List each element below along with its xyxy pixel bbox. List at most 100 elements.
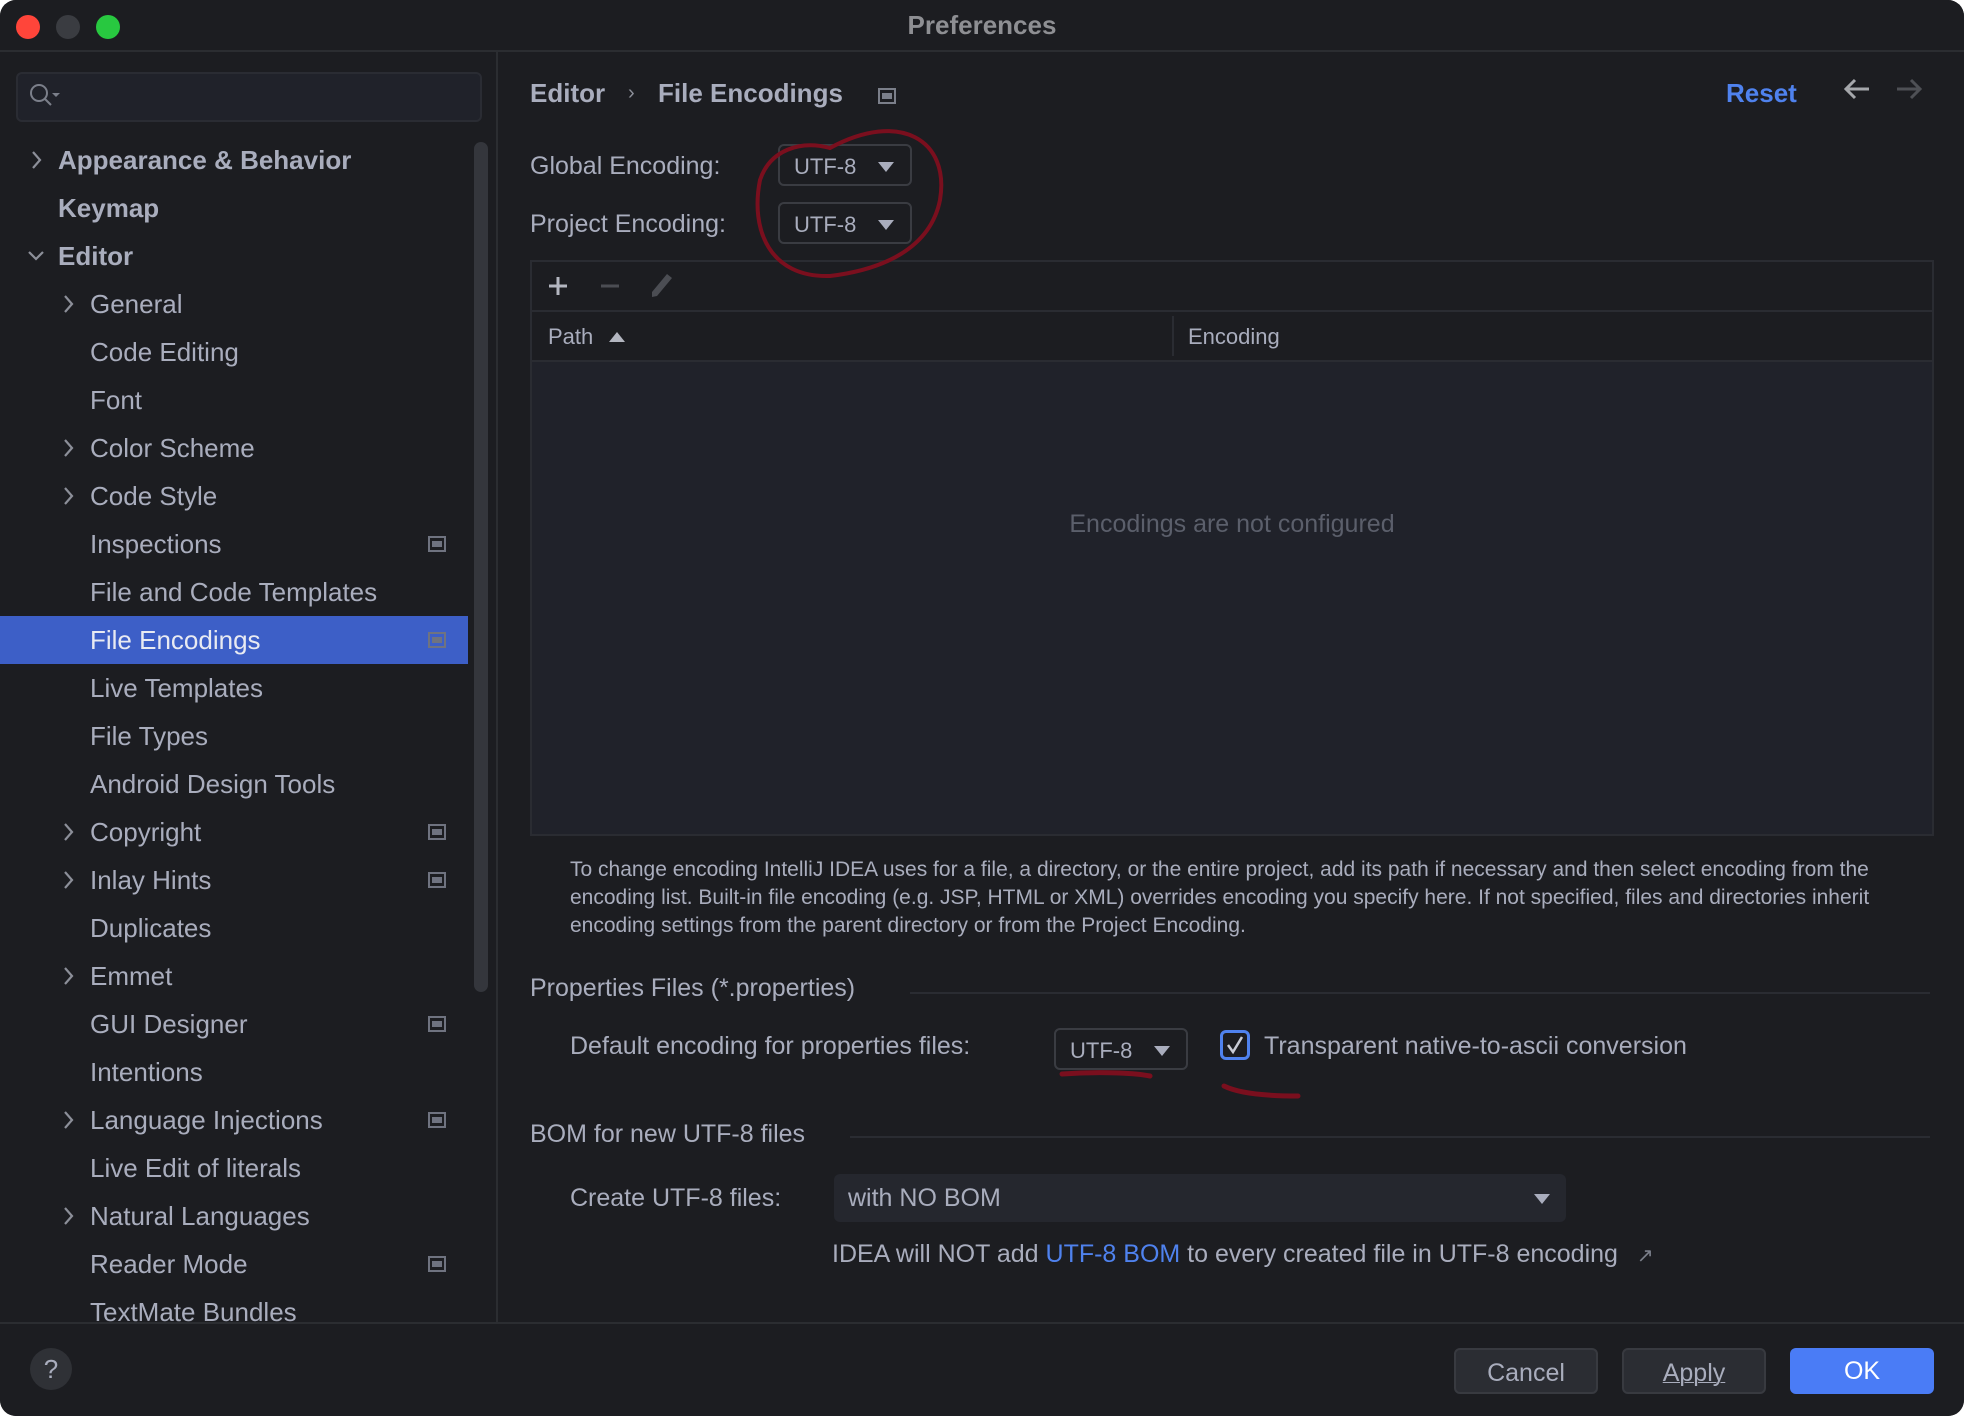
table-toolbar: [532, 262, 1932, 312]
window-title: Preferences: [907, 10, 1057, 40]
sidebar-item-label: Language Injections: [90, 1105, 323, 1135]
sidebar-item-code-style[interactable]: Code Style: [0, 472, 468, 520]
forward-button[interactable]: [1894, 74, 1924, 112]
encoding-help-text: To change encoding IntelliJ IDEA uses fo…: [570, 858, 1870, 937]
chevron-down-icon: [878, 220, 894, 230]
sidebar-item-emmet[interactable]: Emmet: [0, 952, 468, 1000]
sidebar-item-live-templates[interactable]: Live Templates: [0, 664, 468, 712]
sidebar-item-label: Live Templates: [90, 673, 263, 703]
sidebar-item-file-types[interactable]: File Types: [0, 712, 468, 760]
apply-button[interactable]: Apply: [1622, 1348, 1766, 1394]
sidebar-item-keymap[interactable]: Keymap: [0, 184, 468, 232]
column-header-encoding[interactable]: Encoding: [1188, 324, 1280, 350]
transparent-conversion-label[interactable]: Transparent native-to-ascii conversion: [1264, 1032, 1687, 1061]
project-scope-icon: [428, 824, 446, 840]
bom-note-prefix: IDEA will NOT add: [832, 1240, 1046, 1268]
section-divider: [850, 1136, 1930, 1138]
global-encoding-select[interactable]: UTF-8: [778, 144, 912, 186]
ok-button[interactable]: OK: [1790, 1348, 1934, 1394]
sidebar-item-label: Appearance & Behavior: [58, 145, 352, 175]
sidebar-item-label: Live Edit of literals: [90, 1153, 301, 1183]
empty-table-message: Encodings are not configured: [1069, 510, 1395, 538]
breadcrumb-editor[interactable]: Editor: [530, 78, 605, 109]
utf8-bom-link[interactable]: UTF-8 BOM: [1046, 1240, 1181, 1268]
sidebar-item-label: Intentions: [90, 1057, 203, 1087]
path-encodings-table: Path Encoding Encodings are not configur…: [530, 260, 1934, 836]
project-encoding-value: UTF-8: [794, 212, 857, 237]
dialog-footer: ? Cancel Apply OK: [0, 1322, 1964, 1416]
preferences-window: Preferences Appearance & Behavior Keymap E…: [0, 0, 1964, 1416]
create-utf8-label: Create UTF-8 files:: [570, 1184, 782, 1212]
transparent-conversion-checkbox[interactable]: [1220, 1030, 1250, 1060]
sidebar-item-general[interactable]: General: [0, 280, 468, 328]
external-link-icon[interactable]: ↗: [1637, 1245, 1654, 1267]
settings-tree: Appearance & Behavior Keymap Editor General…: [0, 136, 468, 1336]
global-encoding-label: Global Encoding:: [530, 152, 721, 180]
settings-sidebar: Appearance & Behavior Keymap Editor General…: [0, 52, 498, 1327]
sidebar-item-label: File Encodings: [90, 625, 261, 655]
sidebar-item-appearance-behavior[interactable]: Appearance & Behavior: [0, 136, 468, 184]
global-encoding-value: UTF-8: [794, 154, 857, 179]
chevron-down-icon: [1154, 1046, 1170, 1056]
sidebar-item-duplicates[interactable]: Duplicates: [0, 904, 468, 952]
help-button[interactable]: ?: [30, 1348, 72, 1390]
sidebar-item-label: Code Editing: [90, 337, 239, 367]
create-utf8-value: with NO BOM: [848, 1184, 1001, 1212]
project-scope-icon: [878, 88, 896, 104]
column-header-path[interactable]: Path: [548, 324, 593, 350]
bom-note: IDEA will NOT add UTF-8 BOM to every cre…: [832, 1240, 1654, 1269]
project-scope-icon: [428, 536, 446, 552]
arrow-right-icon: [1897, 78, 1923, 100]
add-icon[interactable]: [546, 274, 570, 298]
sidebar-item-code-editing[interactable]: Code Editing: [0, 328, 468, 376]
sidebar-item-label: File and Code Templates: [90, 577, 378, 607]
properties-default-encoding-label: Default encoding for properties files:: [570, 1032, 971, 1060]
sidebar-item-inlay-hints[interactable]: Inlay Hints: [0, 856, 468, 904]
properties-encoding-select[interactable]: UTF-8: [1054, 1028, 1188, 1070]
sidebar-scrollbar[interactable]: [474, 142, 488, 992]
table-header: Path Encoding: [532, 312, 1932, 362]
sidebar-item-android-design-tools[interactable]: Android Design Tools: [0, 760, 468, 808]
properties-section-title: Properties Files (*.properties): [530, 974, 856, 1002]
checkmark-icon: [1226, 1036, 1244, 1055]
settings-search-input[interactable]: [16, 72, 482, 122]
sidebar-item-gui-designer[interactable]: GUI Designer: [0, 1000, 468, 1048]
project-scope-icon: [428, 1256, 446, 1272]
sidebar-item-reader-mode[interactable]: Reader Mode: [0, 1240, 468, 1288]
section-divider: [910, 992, 1930, 994]
settings-content: Editor › File Encodings Reset Global Enc…: [498, 52, 1964, 1322]
reset-link[interactable]: Reset: [1726, 78, 1797, 109]
sidebar-item-file-encodings[interactable]: File Encodings: [0, 616, 468, 664]
column-divider[interactable]: [1172, 316, 1174, 356]
project-encoding-select[interactable]: UTF-8: [778, 202, 912, 244]
back-button[interactable]: [1842, 74, 1872, 112]
sidebar-item-intentions[interactable]: Intentions: [0, 1048, 468, 1096]
table-body[interactable]: Encodings are not configured: [532, 362, 1932, 834]
sidebar-item-label: Emmet: [90, 961, 173, 991]
sidebar-item-label: GUI Designer: [90, 1009, 248, 1039]
edit-icon[interactable]: [648, 270, 676, 300]
sidebar-item-live-edit-of-literals[interactable]: Live Edit of literals: [0, 1144, 468, 1192]
chevron-down-icon: [878, 162, 894, 172]
sidebar-item-font[interactable]: Font: [0, 376, 468, 424]
sidebar-item-color-scheme[interactable]: Color Scheme: [0, 424, 468, 472]
arrow-left-icon: [1843, 78, 1869, 100]
sidebar-item-label: General: [90, 289, 183, 319]
cancel-button[interactable]: Cancel: [1454, 1348, 1598, 1394]
remove-icon[interactable]: [598, 274, 622, 298]
sidebar-item-label: Inlay Hints: [90, 865, 212, 895]
sidebar-item-natural-languages[interactable]: Natural Languages: [0, 1192, 468, 1240]
title-bar: Preferences: [0, 0, 1964, 52]
sidebar-item-file-and-code-templates[interactable]: File and Code Templates: [0, 568, 468, 616]
sidebar-item-label: Duplicates: [90, 913, 212, 943]
bom-section-title: BOM for new UTF-8 files: [530, 1120, 806, 1148]
sidebar-item-inspections[interactable]: Inspections: [0, 520, 468, 568]
sidebar-item-editor[interactable]: Editor: [0, 232, 468, 280]
sidebar-item-language-injections[interactable]: Language Injections: [0, 1096, 468, 1144]
create-utf8-select[interactable]: with NO BOM: [834, 1174, 1566, 1222]
project-scope-icon: [428, 872, 446, 888]
breadcrumb-file-encodings: File Encodings: [658, 78, 843, 108]
project-scope-icon: [428, 1016, 446, 1032]
sidebar-item-copyright[interactable]: Copyright: [0, 808, 468, 856]
project-scope-icon: [428, 1112, 446, 1128]
